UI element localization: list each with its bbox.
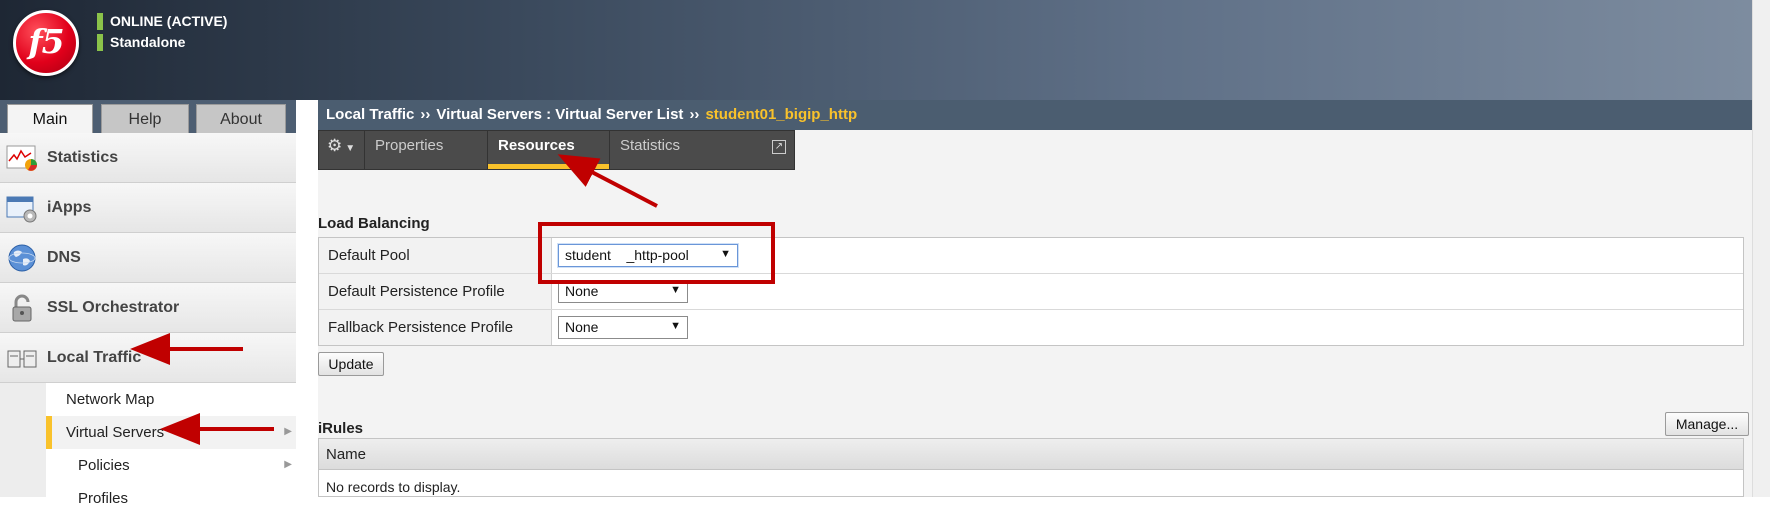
subnav-label: Network Map [66,391,155,408]
globe-icon [6,243,38,273]
default-persistence-label: Default Persistence Profile [319,274,552,309]
chevron-right-icon: ▶ [284,426,292,437]
subnav-label: Policies [78,457,130,474]
nav-item-local-traffic[interactable]: Local Traffic [0,333,296,383]
chevron-right-icon: ▶ [284,459,292,470]
nav-item-ssl-orchestrator[interactable]: SSL Orchestrator [0,283,296,333]
breadcrumb-virtual-server-list[interactable]: Virtual Servers : Virtual Server List [436,106,683,123]
popout-icon[interactable]: ↗ [772,140,786,154]
tab-statistics-label: Statistics [620,137,681,154]
subnav-label: Virtual Servers [66,424,165,441]
active-status-indicator [97,13,103,30]
object-tab-bar: ⚙ ▼ Properties Resources Statistics ↗ [318,130,795,170]
fallback-persistence-value: None [565,319,599,335]
default-pool-label: Default Pool [319,238,552,273]
tab-main[interactable]: Main [7,104,93,134]
failover-status[interactable]: ONLINE (ACTIVE) [110,13,227,29]
main-navigation: Statistics iApps DNS SSL Orchestrator Lo… [0,133,296,515]
caret-down-icon: ▼ [345,143,356,154]
breadcrumb: Local Traffic ›› Virtual Servers : Virtual… [318,100,1770,130]
nav-item-statistics[interactable]: Statistics [0,133,296,183]
tab-about[interactable]: About [196,104,286,133]
nav-label: Statistics [47,149,119,166]
irules-table: Name No records to display. [318,438,1744,497]
nav-item-dns[interactable]: DNS [0,233,296,283]
dropdown-arrow-icon: ▼ [670,320,681,332]
gear-menu-button[interactable]: ⚙ ▼ [319,131,365,169]
breadcrumb-separator: ›› [689,106,700,123]
subnav-profiles[interactable]: Profiles [46,482,296,515]
highlight-box-default-pool [538,222,775,284]
iapps-window-gear-icon [6,193,38,223]
table-row: Default Persistence Profile None ▼ [319,274,1743,310]
gear-icon: ⚙ [327,136,343,155]
sync-status[interactable]: Standalone [110,34,185,50]
default-persistence-value: None [565,283,599,299]
load-balancing-heading: Load Balancing [318,215,430,232]
irules-heading: iRules [318,420,364,437]
nav-label: DNS [47,249,81,266]
breadcrumb-local-traffic[interactable]: Local Traffic [326,106,414,123]
table-header-row: Name [319,439,1743,470]
padlock-icon [6,293,38,323]
nav-item-iapps[interactable]: iApps [0,183,296,233]
tab-help[interactable]: Help [101,104,189,133]
dropdown-arrow-icon: ▼ [670,284,681,296]
tab-resources[interactable]: Resources [488,131,610,169]
statistics-chart-icon [6,143,38,173]
subnav-label: Profiles [78,490,129,507]
breadcrumb-separator: ›› [420,106,431,123]
tab-statistics[interactable]: Statistics ↗ [610,131,794,169]
name-column-header[interactable]: Name [326,446,366,463]
table-row: Fallback Persistence Profile None ▼ [319,310,1743,346]
nav-label: Local Traffic [47,349,142,366]
local-traffic-icon [6,343,38,373]
fallback-persistence-label: Fallback Persistence Profile [319,310,552,345]
subnav-virtual-servers[interactable]: Virtual Servers ▶ [46,416,296,449]
table-row: Default Pool student _http-pool ▼ [319,238,1743,274]
standalone-status-indicator [97,34,103,51]
nav-label: iApps [47,199,92,216]
f5-logo[interactable]: f5 [13,10,79,76]
tab-properties[interactable]: Properties [365,131,488,169]
fallback-persistence-select[interactable]: None ▼ [558,316,688,339]
update-button[interactable]: Update [318,352,384,376]
page-scrollbar[interactable] [1752,0,1770,497]
nav-label: SSL Orchestrator [47,299,180,316]
empty-table-message: No records to display. [326,479,461,495]
subnav-network-map[interactable]: Network Map [46,383,296,416]
top-banner: f5 ONLINE (ACTIVE) Standalone [0,0,1770,100]
manage-irules-button[interactable]: Manage... [1665,412,1749,436]
subnav-policies[interactable]: Policies ▶ [46,449,296,482]
load-balancing-table: Default Pool student _http-pool ▼ Defaul… [318,237,1744,346]
left-panel-tabs: Main Help About [0,100,296,134]
breadcrumb-current-server: student01_bigip_http [705,106,858,123]
